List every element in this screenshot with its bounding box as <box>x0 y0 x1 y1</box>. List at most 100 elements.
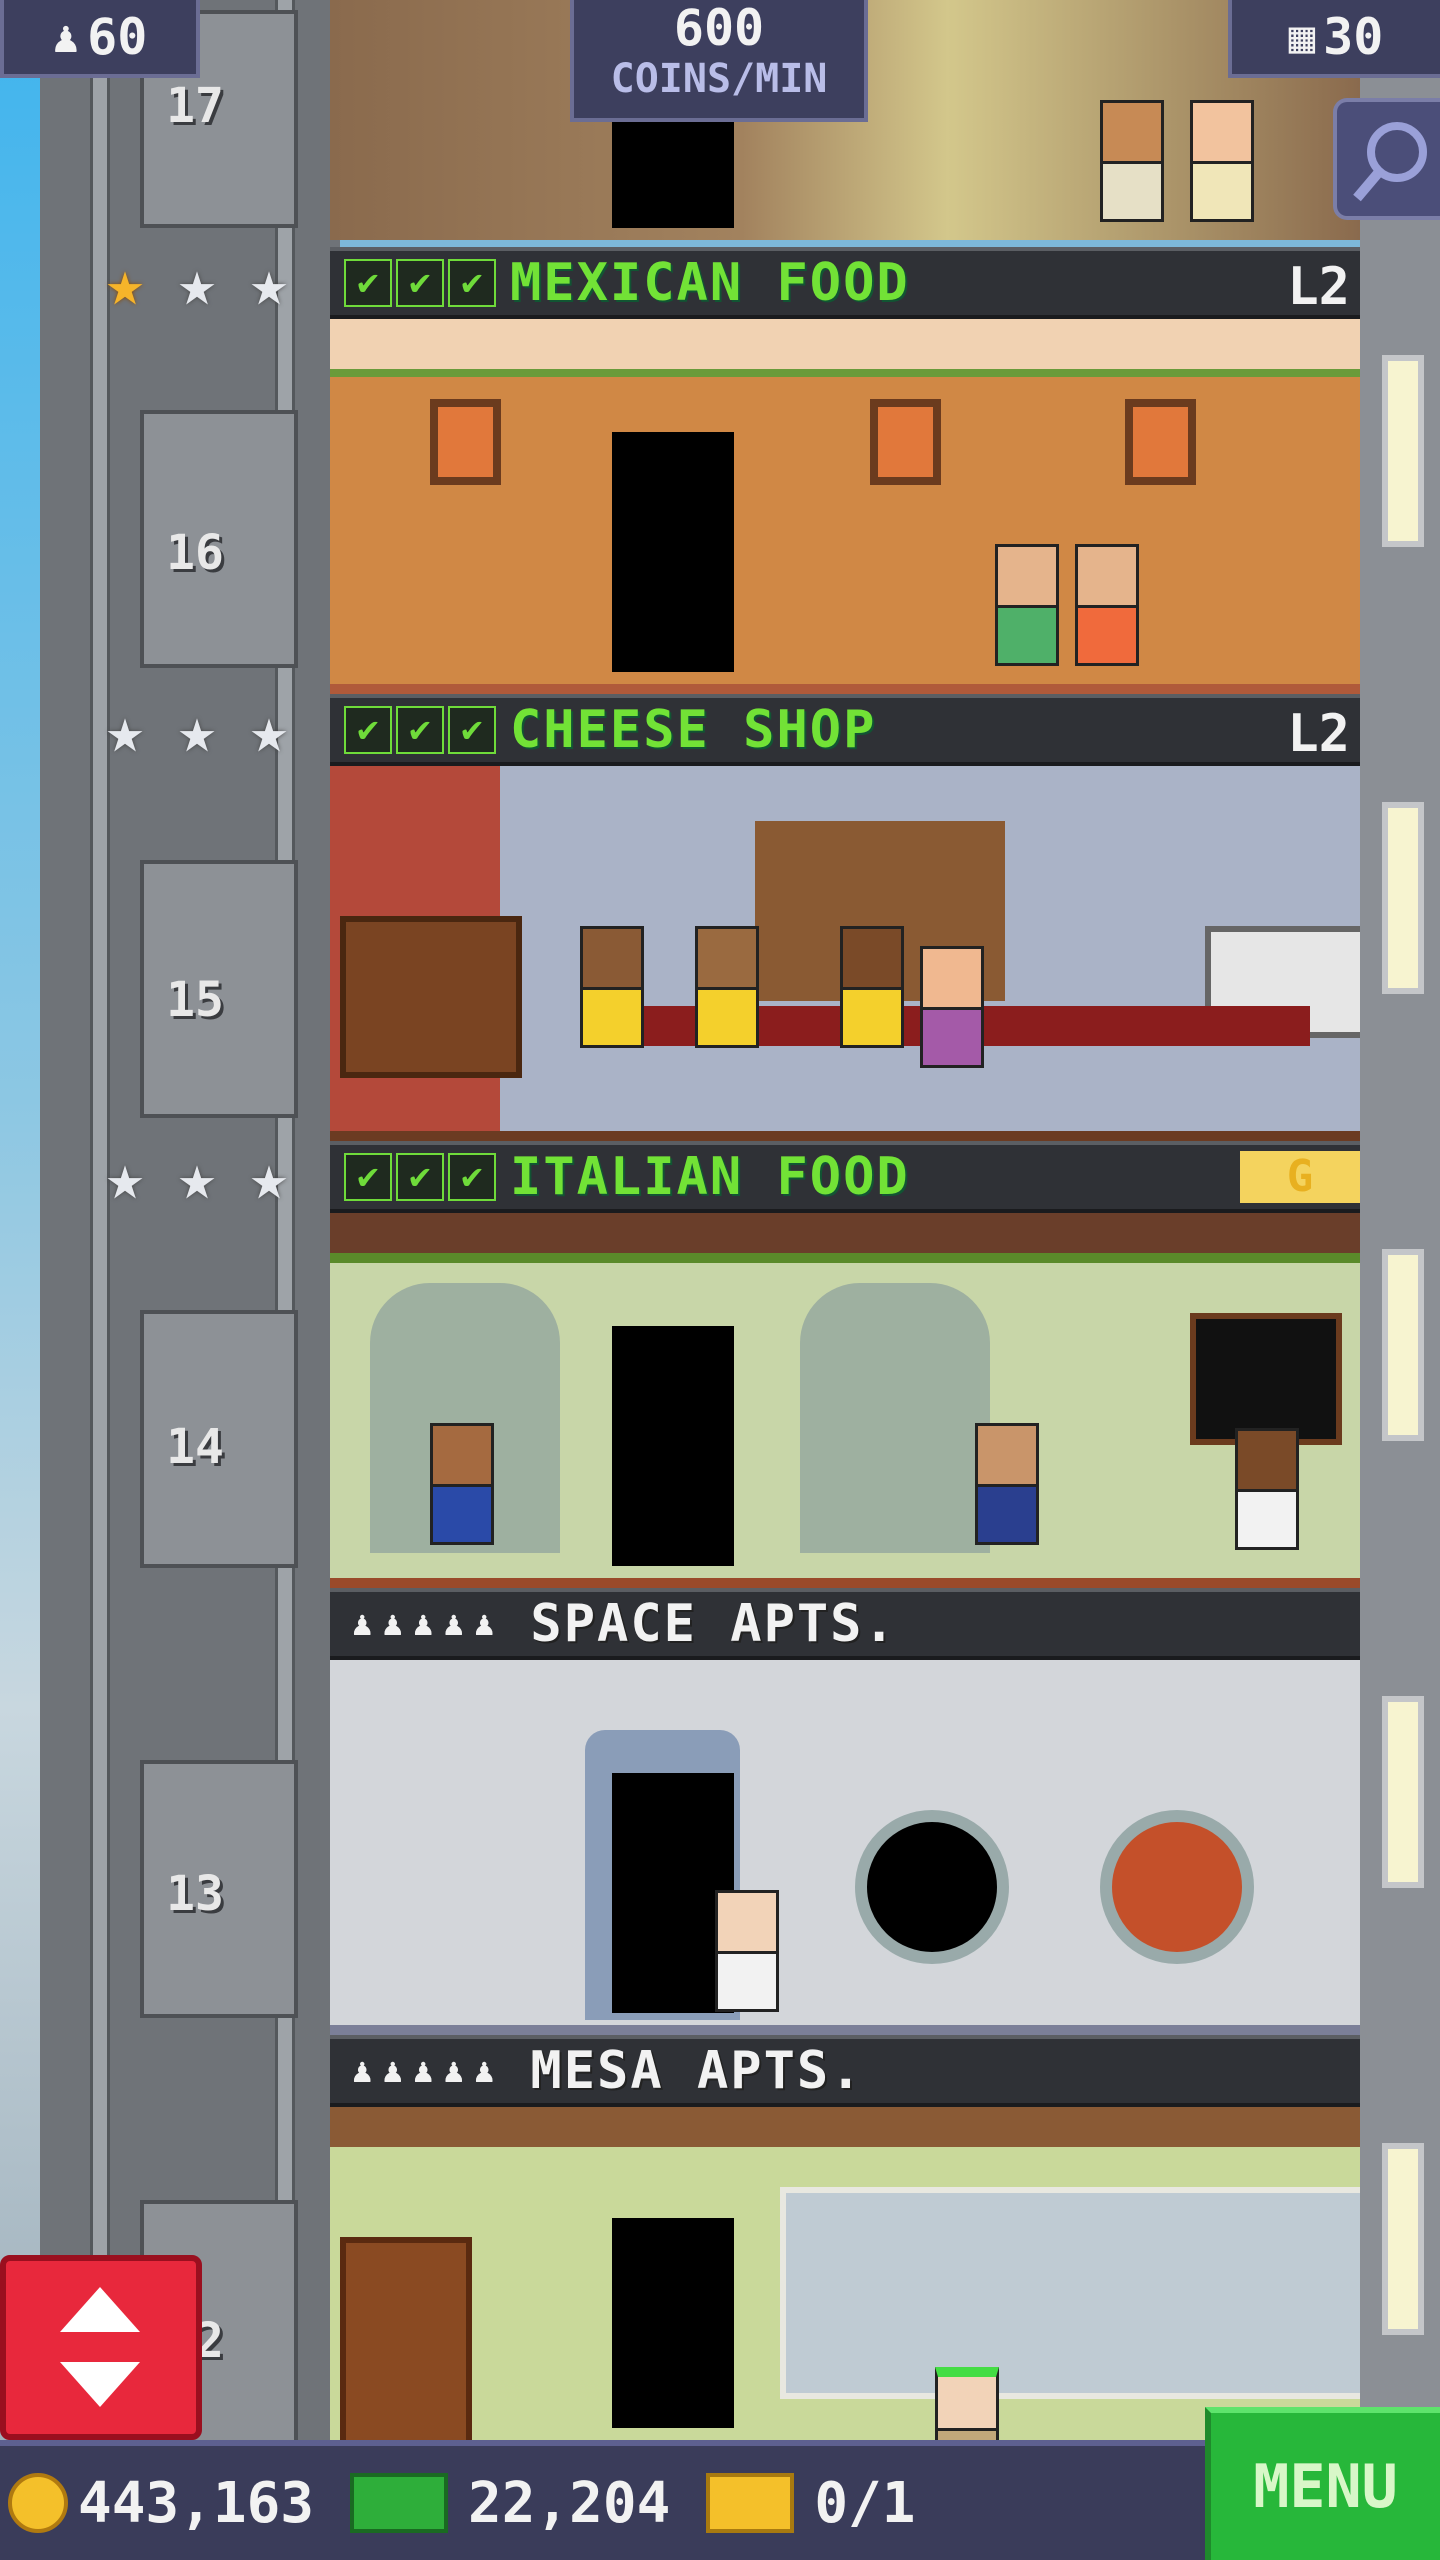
floor-level: L2 <box>1287 257 1350 317</box>
visitor-person <box>1190 100 1254 222</box>
vine-trim <box>330 1213 1360 1263</box>
floor-number-17: 17 <box>166 78 224 134</box>
building-right-wall <box>1360 0 1440 2440</box>
population-counter[interactable]: ♟ 60 <box>0 0 200 78</box>
menu-button[interactable]: MENU <box>1205 2407 1440 2560</box>
check-icon: ✔ <box>344 259 392 307</box>
floor-banner: ✔ ✔ ✔ CHEESE SHOP L2 <box>330 694 1360 766</box>
check-icon: ✔ <box>344 706 392 754</box>
wall-picture <box>1125 399 1196 485</box>
floor-mesa-apts[interactable]: ♟ ♟ ♟ ♟ ♟ MESA APTS. <box>330 2035 1360 2440</box>
room-interior <box>330 1660 1360 2035</box>
star-icon: ★ <box>249 247 289 321</box>
floor-door[interactable] <box>612 432 734 672</box>
resident-icon: ♟ <box>382 2051 403 2091</box>
check-icon: ✔ <box>396 1153 444 1201</box>
check-icon: ✔ <box>448 706 496 754</box>
check-icon: ✔ <box>344 1153 392 1201</box>
resident-icon: ♟ <box>352 1604 373 1644</box>
resident-icon: ♟ <box>382 1604 403 1644</box>
bux-value: 22,204 <box>468 2470 671 2536</box>
floor-name: MESA APTS. <box>530 2041 864 2101</box>
resident-icon: ♟ <box>443 1604 464 1644</box>
star-icon: ★ <box>249 1141 289 1215</box>
floor-banner: ♟ ♟ ♟ ♟ ♟ MESA APTS. <box>330 2035 1360 2107</box>
stock-checks: ✔ ✔ ✔ <box>344 1153 496 1201</box>
check-icon: ✔ <box>448 1153 496 1201</box>
gold-badge[interactable]: G <box>1240 1151 1360 1203</box>
residents-indicator: ♟ ♟ ♟ ♟ ♟ <box>352 2051 494 2091</box>
resident-icon: ♟ <box>412 1604 434 1644</box>
porthole-window <box>855 1810 1009 1964</box>
resident-icon: ♟ <box>412 2051 434 2091</box>
floor-door[interactable] <box>612 1326 734 1566</box>
bookshelf <box>340 2237 472 2440</box>
chef-person <box>1235 1428 1299 1550</box>
stock-checks: ✔ ✔ ✔ <box>344 259 496 307</box>
bux-icon <box>350 2473 449 2533</box>
visitor-person <box>695 926 759 1048</box>
check-icon: ✔ <box>448 259 496 307</box>
side-window <box>1382 355 1424 547</box>
tickets-value: 0/1 <box>814 2470 916 2536</box>
visitor-person <box>995 544 1059 666</box>
side-window <box>1382 2143 1424 2335</box>
wall-picture <box>430 399 501 485</box>
wall-picture <box>870 399 941 485</box>
star-icon: ★ <box>105 247 145 321</box>
ticket-icon <box>706 2473 795 2533</box>
check-icon: ✔ <box>396 706 444 754</box>
stock-checks: ✔ ✔ ✔ <box>344 706 496 754</box>
side-window <box>1382 1696 1424 1888</box>
floor-space-apts[interactable]: ♟ ♟ ♟ ♟ ♟ SPACE APTS. <box>330 1588 1360 2035</box>
star-icon: ★ <box>105 1141 145 1215</box>
star-icon: ★ <box>177 247 217 321</box>
zoom-button[interactable] <box>1333 98 1440 220</box>
shaft-rail <box>275 0 295 2440</box>
floors-counter[interactable]: ▦ 30 <box>1228 0 1440 78</box>
floor-italian-food[interactable]: ✔ ✔ ✔ ITALIAN FOOD G <box>330 1141 1360 1588</box>
visitor-person <box>430 1423 494 1545</box>
floor-mexican-food[interactable]: ✔ ✔ ✔ MEXICAN FOOD L2 <box>330 247 1360 694</box>
floor-name: MEXICAN FOOD <box>510 253 910 313</box>
floor-number-14: 14 <box>166 1419 224 1475</box>
resident-person <box>935 2367 999 2440</box>
elevator-button[interactable] <box>0 2255 202 2440</box>
wood-trim <box>330 2107 1360 2147</box>
star-icon: ★ <box>177 694 217 768</box>
cheese-shelf <box>340 916 522 1078</box>
magnifier-icon <box>1353 122 1427 202</box>
porthole-window <box>1100 1810 1254 1964</box>
arched-window <box>800 1283 990 1553</box>
shaft-rail <box>90 0 110 2440</box>
building-icon: ▦ <box>1288 11 1316 63</box>
floor-cheese-shop[interactable]: ✔ ✔ ✔ CHEESE SHOP L2 <box>330 694 1360 1141</box>
wall-trim <box>330 319 1360 377</box>
person-icon: ♟ <box>52 11 80 63</box>
menu-chalkboard <box>1190 1313 1342 1445</box>
coin-icon <box>8 2473 68 2533</box>
coins-value: 443,163 <box>78 2470 315 2536</box>
room-interior <box>330 1213 1360 1588</box>
check-icon: ✔ <box>396 259 444 307</box>
visitor-person <box>1100 100 1164 222</box>
floor-door[interactable] <box>612 108 734 228</box>
resident-icon: ♟ <box>443 2051 464 2091</box>
floor-number-16: 16 <box>166 525 224 581</box>
coins-rate-value: 600 <box>673 0 765 57</box>
floor-door[interactable] <box>612 2218 734 2428</box>
star-icon: ★ <box>177 1141 217 1215</box>
floor-banner: ♟ ♟ ♟ ♟ ♟ SPACE APTS. <box>330 1588 1360 1660</box>
population-value: 60 <box>87 8 148 66</box>
resident-person <box>715 1890 779 2012</box>
coins-rate-panel: 600 COINS/MIN <box>570 0 868 122</box>
room-interior <box>330 766 1360 1141</box>
floor-name: SPACE APTS. <box>530 1594 897 1654</box>
floors-value: 30 <box>1323 8 1384 66</box>
visitor-person <box>1075 544 1139 666</box>
floor-number-13: 13 <box>166 1866 224 1922</box>
room-interior <box>330 2107 1360 2440</box>
coins-rate-unit: COINS/MIN <box>610 56 828 102</box>
floor-banner: ✔ ✔ ✔ ITALIAN FOOD G <box>330 1141 1360 1213</box>
elevator-shaft[interactable] <box>40 0 340 2448</box>
